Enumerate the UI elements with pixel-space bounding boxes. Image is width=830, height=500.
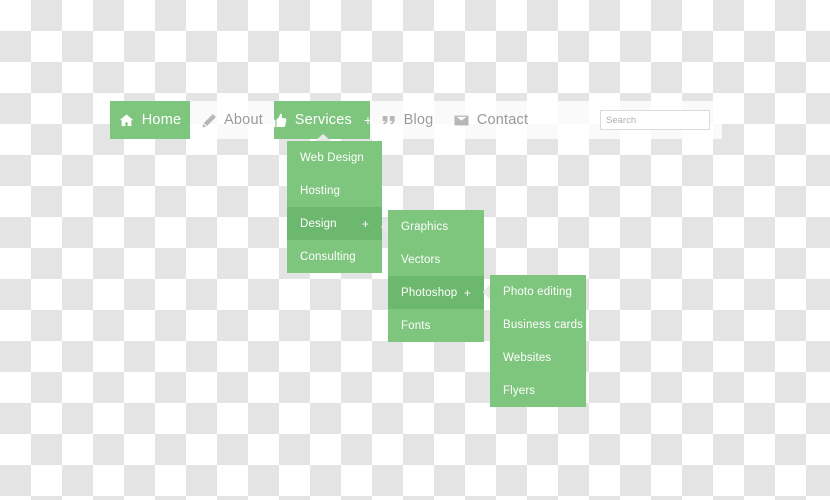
menu-item-vectors[interactable]: Vectors	[388, 243, 484, 276]
envelope-icon	[454, 112, 470, 128]
menu-item-label: Fonts	[401, 319, 431, 332]
magic-wand-icon	[201, 112, 217, 128]
nav-item-blog[interactable]: Blog	[370, 101, 444, 139]
nav-item-contact[interactable]: Contact	[444, 101, 538, 139]
search-container	[600, 101, 722, 139]
menu-item-plus: +	[361, 216, 369, 231]
menu-item-business-cards[interactable]: Business cards	[490, 308, 586, 341]
nav-item-home[interactable]: Home	[110, 101, 190, 139]
menu-item-label: Vectors	[401, 253, 441, 266]
menu-item-label: Photo editing	[503, 285, 573, 298]
thumbs-up-icon	[272, 112, 288, 128]
caret-left-icon	[483, 284, 490, 300]
menu-item-label: Photoshop	[401, 286, 458, 299]
nav-item-label: About	[224, 112, 263, 128]
menu-item-label: Design	[300, 217, 337, 230]
menu-item-plus: +	[463, 285, 471, 300]
menu-item-label: Websites	[503, 351, 552, 364]
menu-item-photoshop[interactable]: Photoshop +	[388, 276, 484, 309]
menu-item-label: Web Design	[300, 151, 364, 164]
menu-item-label: Consulting	[300, 250, 356, 263]
dropdown-menu-services: Web Design Hosting Design + Consulting	[287, 134, 382, 273]
search-input[interactable]	[600, 110, 710, 130]
menu-item-photo-editing[interactable]: Photo editing	[490, 275, 586, 308]
menu-item-label: Business cards	[503, 318, 584, 331]
main-navbar: Home About Services + Blog Contact Searc…	[110, 101, 722, 139]
menu-item-fonts[interactable]: Fonts	[388, 309, 484, 342]
nav-item-label: Home	[141, 112, 182, 128]
nav-item-about[interactable]: About	[190, 101, 274, 139]
menu-item-label: Hosting	[300, 184, 341, 197]
menu-item-graphics[interactable]: Graphics	[388, 210, 484, 243]
nav-item-label: Contact	[476, 112, 529, 128]
menu-item-hosting[interactable]: Hosting	[287, 174, 382, 207]
menu-item-flyers[interactable]: Flyers	[490, 374, 586, 407]
menu-item-websites[interactable]: Websites	[490, 341, 586, 374]
submenu-photoshop: Photo editing Business cards Websites Fl…	[483, 275, 586, 407]
menu-item-design[interactable]: Design +	[287, 207, 382, 240]
nav-item-label: Blog	[403, 112, 434, 128]
menu-item-label: Flyers	[503, 384, 536, 397]
caret-up-icon	[315, 134, 331, 141]
submenu-design: Graphics Vectors Photoshop + Fonts	[381, 210, 484, 342]
caret-left-icon	[381, 219, 388, 235]
quote-icon	[381, 112, 397, 128]
nav-item-label: Services	[294, 112, 352, 128]
transparent-canvas: Home About Services + Blog Contact Searc…	[0, 0, 830, 500]
menu-item-label: Graphics	[401, 220, 449, 233]
menu-item-web-design[interactable]: Web Design	[287, 141, 382, 174]
home-icon	[119, 112, 135, 128]
menu-item-consulting[interactable]: Consulting	[287, 240, 382, 273]
